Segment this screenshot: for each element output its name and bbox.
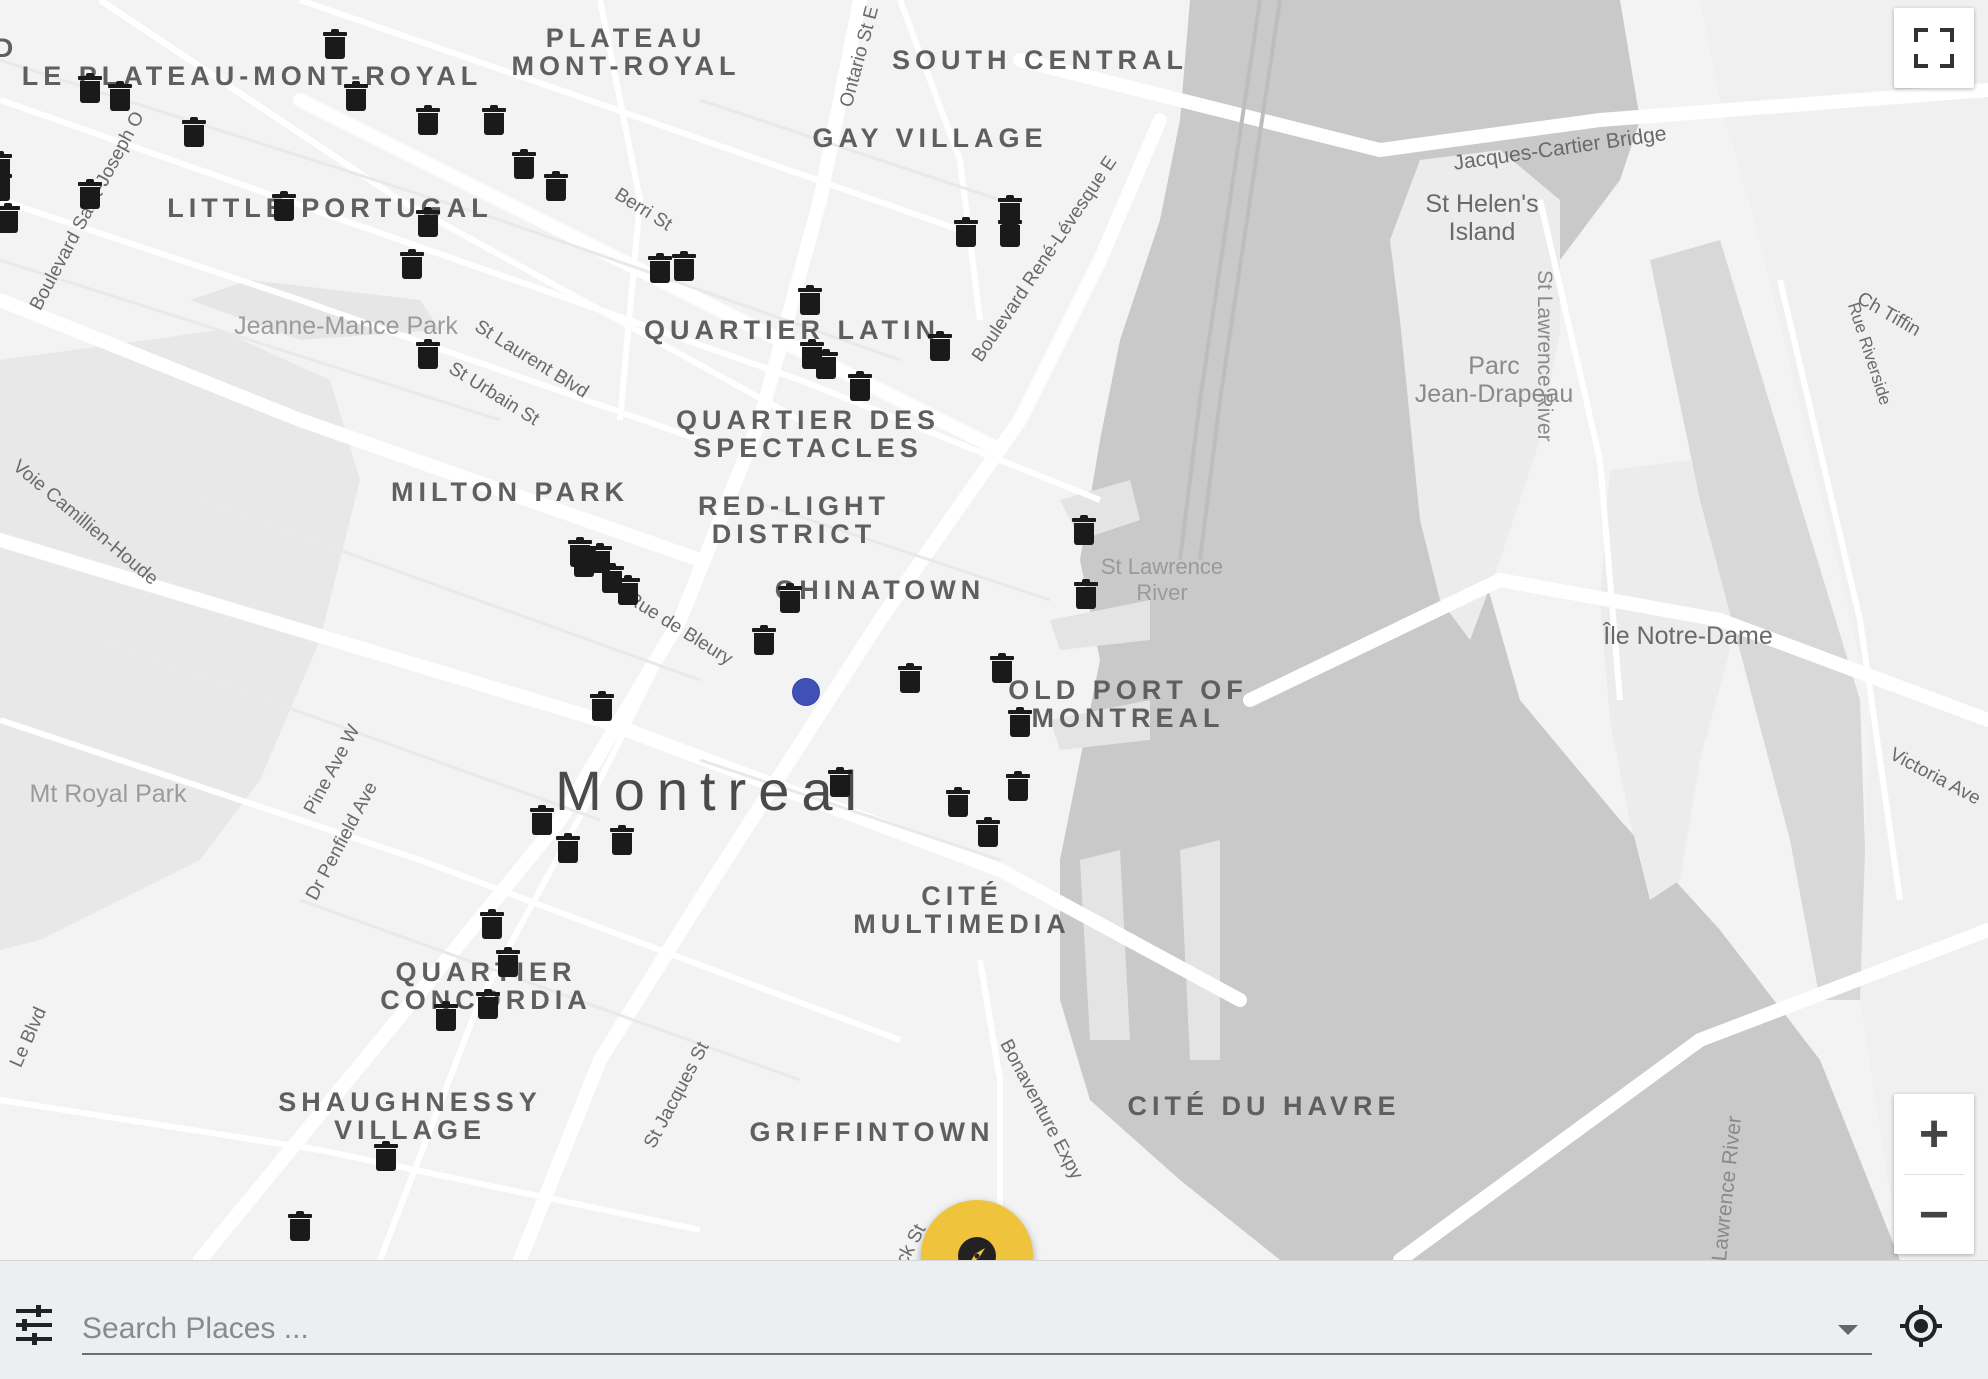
trash-bin-marker-icon[interactable] [544,171,568,201]
zoom-in-label: + [1918,1105,1950,1163]
district-label-plateau-mont-royal: PLATEAU MONT-ROYAL [511,23,741,81]
trash-bin-marker-icon[interactable] [1074,579,1098,609]
tune-icon [16,1305,52,1345]
my-location-icon [1900,1305,1942,1347]
filter-button[interactable] [12,1303,56,1347]
trash-bin-marker-icon[interactable] [0,171,12,201]
district-label-red-light: RED-LIGHT DISTRICT [698,491,890,549]
district-label-cite-du-havre: CITÉ DU HAVRE [1127,1091,1401,1121]
zoom-in-button[interactable]: + [1894,1094,1974,1174]
district-label-edge: D [0,33,19,63]
trash-bin-marker-icon[interactable] [323,29,347,59]
trash-bin-marker-icon[interactable] [828,767,852,797]
district-label-quartier-des-spectacles: QUARTIER DES SPECTACLES [675,405,941,463]
trash-bin-marker-icon[interactable] [976,817,1000,847]
trash-bin-marker-icon[interactable] [530,805,554,835]
island-label-st-helens: St Helen's Island [1425,190,1539,246]
trash-bin-marker-icon[interactable] [476,989,500,1019]
park-label-jeanne-mance: Jeanne-Mance Park [234,312,458,340]
district-label-little-portugal: LITTLE PORTUGAL [167,193,493,223]
trash-bin-marker-icon[interactable] [616,575,640,605]
district-label-milton-park: MILTON PARK [391,477,629,507]
trash-bin-marker-icon[interactable] [496,947,520,977]
district-label-chinatown: CHINATOWN [774,575,986,605]
trash-bin-marker-icon[interactable] [778,583,802,613]
trash-bin-marker-icon[interactable] [590,691,614,721]
district-label-quartier-latin: QUARTIER LATIN [644,315,940,345]
district-label-south-central: SOUTH CENTRAL [892,45,1188,75]
trash-bin-marker-icon[interactable] [1008,707,1032,737]
water-label-st-lawrence-2: St Lawrence River [1533,270,1556,442]
trash-bin-marker-icon[interactable] [272,191,296,221]
city-label: Montreal [555,759,869,822]
trash-bin-marker-icon[interactable] [512,149,536,179]
trash-bin-marker-icon[interactable] [78,73,102,103]
trash-bin-marker-icon[interactable] [848,371,872,401]
trash-bin-marker-icon[interactable] [954,217,978,247]
trash-bin-marker-icon[interactable] [482,105,506,135]
water-label-st-lawrence-1: St Lawrence River [1100,554,1224,605]
trash-bin-marker-icon[interactable] [344,81,368,111]
trash-bin-marker-icon[interactable] [108,81,132,111]
locate-me-button[interactable] [1898,1303,1944,1349]
trash-bin-marker-icon[interactable] [752,625,776,655]
trash-bin-marker-icon[interactable] [610,825,634,855]
trash-bin-marker-icon[interactable] [928,331,952,361]
trash-bin-marker-icon[interactable] [898,663,922,693]
map-canvas[interactable]: PLATEAU MONT-ROYAL LE PLATEAU-MONT-ROYAL… [0,0,1988,1260]
fullscreen-button[interactable] [1894,8,1974,88]
district-label-griffintown: GRIFFINTOWN [749,1117,995,1147]
trash-bin-marker-icon[interactable] [946,787,970,817]
trash-bin-marker-icon[interactable] [288,1211,312,1241]
district-label-cite-multimedia: CITÉ MULTIMEDIA [853,881,1071,939]
trash-bin-marker-icon[interactable] [0,203,20,233]
park-label-mt-royal: Mt Royal Park [29,780,187,808]
search-dropdown-arrow-icon[interactable] [1838,1325,1858,1335]
district-label-gay-village: GAY VILLAGE [812,123,1048,153]
user-location-dot [792,678,820,706]
trash-bin-marker-icon[interactable] [990,653,1014,683]
district-label-shaughnessy: SHAUGHNESSY VILLAGE [278,1087,542,1145]
trash-bin-marker-icon[interactable] [416,105,440,135]
trash-bin-marker-icon[interactable] [78,179,102,209]
trash-bin-marker-icon[interactable] [374,1141,398,1171]
trash-bin-marker-icon[interactable] [648,253,672,283]
trash-bin-marker-icon[interactable] [416,207,440,237]
trash-bin-marker-icon[interactable] [672,251,696,281]
fullscreen-icon [1914,28,1954,68]
island-label-ile-notre-dame: Île Notre-Dame [1603,622,1773,650]
district-label-old-port: OLD PORT OF MONTREAL [1008,675,1248,733]
trash-bin-marker-icon[interactable] [480,909,504,939]
trash-bin-marker-icon[interactable] [798,285,822,315]
zoom-out-button[interactable]: − [1894,1175,1974,1254]
trash-bin-marker-icon[interactable] [434,1001,458,1031]
zoom-control: + − [1894,1094,1974,1254]
trash-bin-marker-icon[interactable] [182,117,206,147]
search-places-input[interactable] [82,1305,1872,1355]
bottom-search-bar [0,1260,1988,1379]
trash-bin-marker-icon[interactable] [556,833,580,863]
trash-bin-marker-icon[interactable] [1006,771,1030,801]
trash-bin-marker-icon[interactable] [400,249,424,279]
zoom-out-label: − [1918,1185,1950,1244]
trash-bin-marker-icon[interactable] [814,349,838,379]
trash-bin-marker-icon[interactable] [416,339,440,369]
trash-bin-marker-icon[interactable] [998,195,1022,225]
trash-bin-marker-icon[interactable] [1072,515,1096,545]
